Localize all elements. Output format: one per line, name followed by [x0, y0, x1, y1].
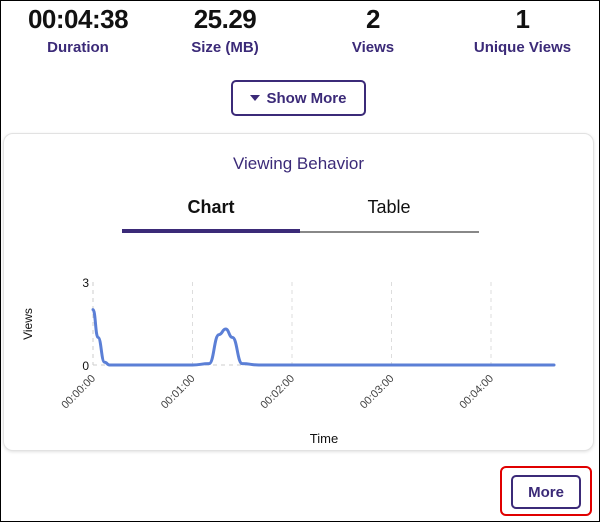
- stat-label: Unique Views: [473, 39, 572, 56]
- stat-size: 25.29 Size (MB): [165, 2, 285, 60]
- more-button-highlight: More: [500, 466, 592, 516]
- viewing-behavior-card: Viewing Behavior Chart Table 03 00:00:00…: [3, 133, 594, 451]
- tab-table[interactable]: Table: [300, 197, 478, 218]
- series-line-views: [91, 308, 556, 367]
- stat-duration: 00:04:38 Duration: [18, 2, 138, 60]
- y-axis-label: Views: [21, 308, 35, 340]
- more-button[interactable]: More: [511, 475, 581, 509]
- stat-value: 00:04:38: [27, 4, 129, 34]
- active-tab-indicator: [122, 229, 300, 233]
- tab-chart[interactable]: Chart: [122, 197, 300, 218]
- x-tick-label: 00:02:00: [258, 373, 297, 412]
- x-tick-labels: 00:00:00 00:01:00 00:02:00 00:03:00 00:04:00: [59, 373, 496, 412]
- y-tick-label: 0: [82, 359, 89, 373]
- x-axis-label: Time: [310, 431, 338, 446]
- show-more-label: Show More: [266, 89, 347, 107]
- stat-label: Views: [351, 39, 395, 56]
- x-tick-label: 00:00:00: [59, 373, 98, 412]
- viewing-chart: 03 00:00:00 00:01:00 00:02:00 00:03:00 00:04…: [21, 276, 556, 446]
- caret-down-icon: [250, 95, 261, 101]
- stat-value: 25.29: [193, 4, 257, 34]
- x-tick-label: 00:03:00: [358, 373, 397, 412]
- x-tick-label: 00:01:00: [159, 373, 198, 412]
- stat-value: 1: [515, 4, 530, 34]
- stats-row: 00:04:38 Duration 25.29 Size (MB) 2 View…: [0, 0, 600, 70]
- y-tick-label: 3: [82, 276, 89, 290]
- x-tick-label: 00:04:00: [457, 373, 496, 412]
- stat-unique-views: 1 Unique Views: [460, 2, 585, 60]
- card-title: Viewing Behavior: [232, 154, 365, 173]
- stat-views: 2 Views: [313, 2, 433, 60]
- stat-value: 2: [366, 4, 380, 34]
- stat-label: Size (MB): [191, 39, 259, 56]
- view-tabs: Chart Table: [122, 189, 479, 233]
- show-more-button[interactable]: Show More: [231, 80, 366, 116]
- stat-label: Duration: [47, 39, 109, 56]
- y-tick-labels: 03: [82, 276, 89, 373]
